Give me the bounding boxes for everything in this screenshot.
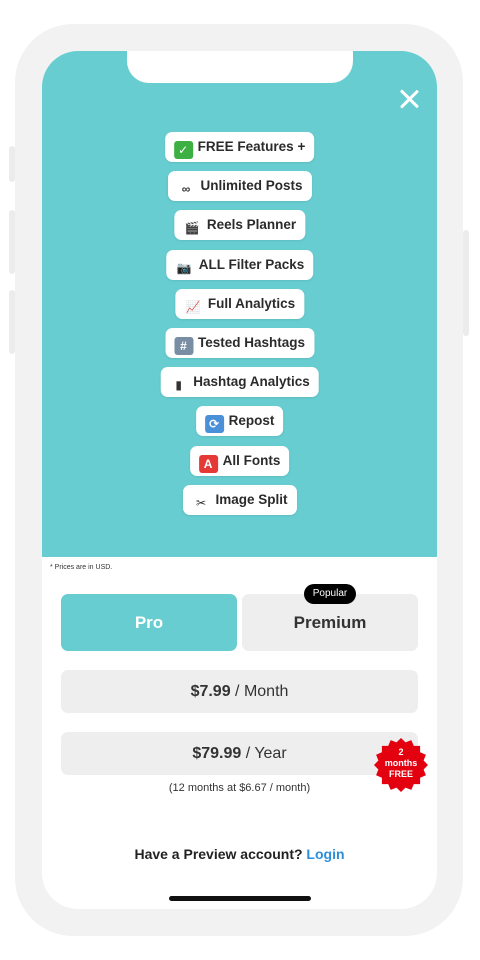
feature-free-label: FREE Features + [197, 139, 306, 154]
home-indicator [169, 896, 311, 901]
volume-up-button [9, 210, 15, 274]
monthly-price: $7.99 [190, 683, 231, 700]
feature-unlimited-posts: ∞ Unlimited Posts [167, 171, 312, 202]
power-button [463, 230, 469, 336]
login-prompt-text: Have a Preview account? [134, 846, 307, 862]
badge-line-1: 2 [398, 747, 404, 757]
badge-line-3: FREE [388, 769, 413, 779]
feature-repost-label: Repost [228, 413, 275, 429]
notch [127, 51, 353, 83]
monthly-plan-button[interactable]: $7.99 / Month [61, 670, 418, 713]
popular-badge: Popular [304, 584, 356, 604]
feature-hashtag-analytics-label: Hashtag Analytics [193, 374, 310, 390]
yearly-plan-button[interactable]: $79.99 / Year [61, 732, 418, 775]
mute-switch [9, 146, 15, 182]
feature-filter-packs-icon: 📷 [174, 258, 194, 277]
volume-down-button [9, 290, 15, 354]
feature-filter-packs-label: ALL Filter Packs [198, 256, 305, 272]
feature-all-fonts-label: All Fonts [222, 452, 281, 468]
login-link[interactable]: Login [306, 846, 344, 862]
feature-tested-hashtags: # Tested Hashtags [164, 328, 315, 358]
close-icon[interactable] [397, 87, 421, 111]
feature-unlimited-posts-icon: ∞ [176, 180, 196, 199]
feature-hashtag-analytics: ▮ Hashtag Analytics [160, 367, 319, 398]
feature-free-icon: ✓ [173, 141, 193, 159]
feature-image-split-label: Image Split [215, 491, 288, 507]
free-months-badge: 2 months FREE [374, 738, 428, 792]
feature-hashtag-analytics-icon: ▮ [169, 376, 189, 395]
feature-free: ✓ FREE Features + [164, 132, 315, 162]
feature-reels-planner-label: Reels Planner [206, 217, 297, 233]
feature-reels-planner: 🎬 Reels Planner [173, 210, 306, 241]
feature-image-split: ✂ Image Split [182, 484, 297, 515]
feature-repost-icon: ⟳ [204, 415, 224, 434]
feature-all-fonts-icon: A [198, 454, 218, 473]
feature-full-analytics-icon: 📈 [183, 297, 203, 316]
feature-filter-packs: 📷 ALL Filter Packs [165, 249, 314, 280]
feature-tested-hashtags-icon: # [173, 337, 193, 355]
tab-pro[interactable]: Pro [61, 594, 237, 651]
badge-line-2: months [384, 758, 418, 768]
feature-image-split-icon: ✂ [191, 493, 211, 512]
feature-unlimited-posts-label: Unlimited Posts [200, 178, 303, 194]
feature-all-fonts: A All Fonts [189, 445, 290, 476]
features-panel: ✓ FREE Features + ∞ Unlimited Posts 🎬 Reels P… [42, 51, 437, 557]
prices-note: * Prices are in USD. [50, 564, 113, 571]
login-prompt: Have a Preview account? Login [42, 846, 437, 862]
paywall-screen: ✓ FREE Features + ∞ Unlimited Posts 🎬 Reels P… [42, 51, 437, 909]
yearly-period: / Year [241, 745, 287, 762]
feature-reels-planner-icon: 🎬 [182, 219, 202, 238]
feature-tested-hashtags-label: Tested Hashtags [197, 335, 306, 350]
monthly-period: / Month [230, 683, 289, 700]
feature-repost: ⟳ Repost [195, 406, 284, 437]
feature-full-analytics: 📈 Full Analytics [174, 288, 305, 319]
feature-full-analytics-label: Full Analytics [207, 295, 296, 311]
yearly-price: $79.99 [192, 745, 242, 762]
